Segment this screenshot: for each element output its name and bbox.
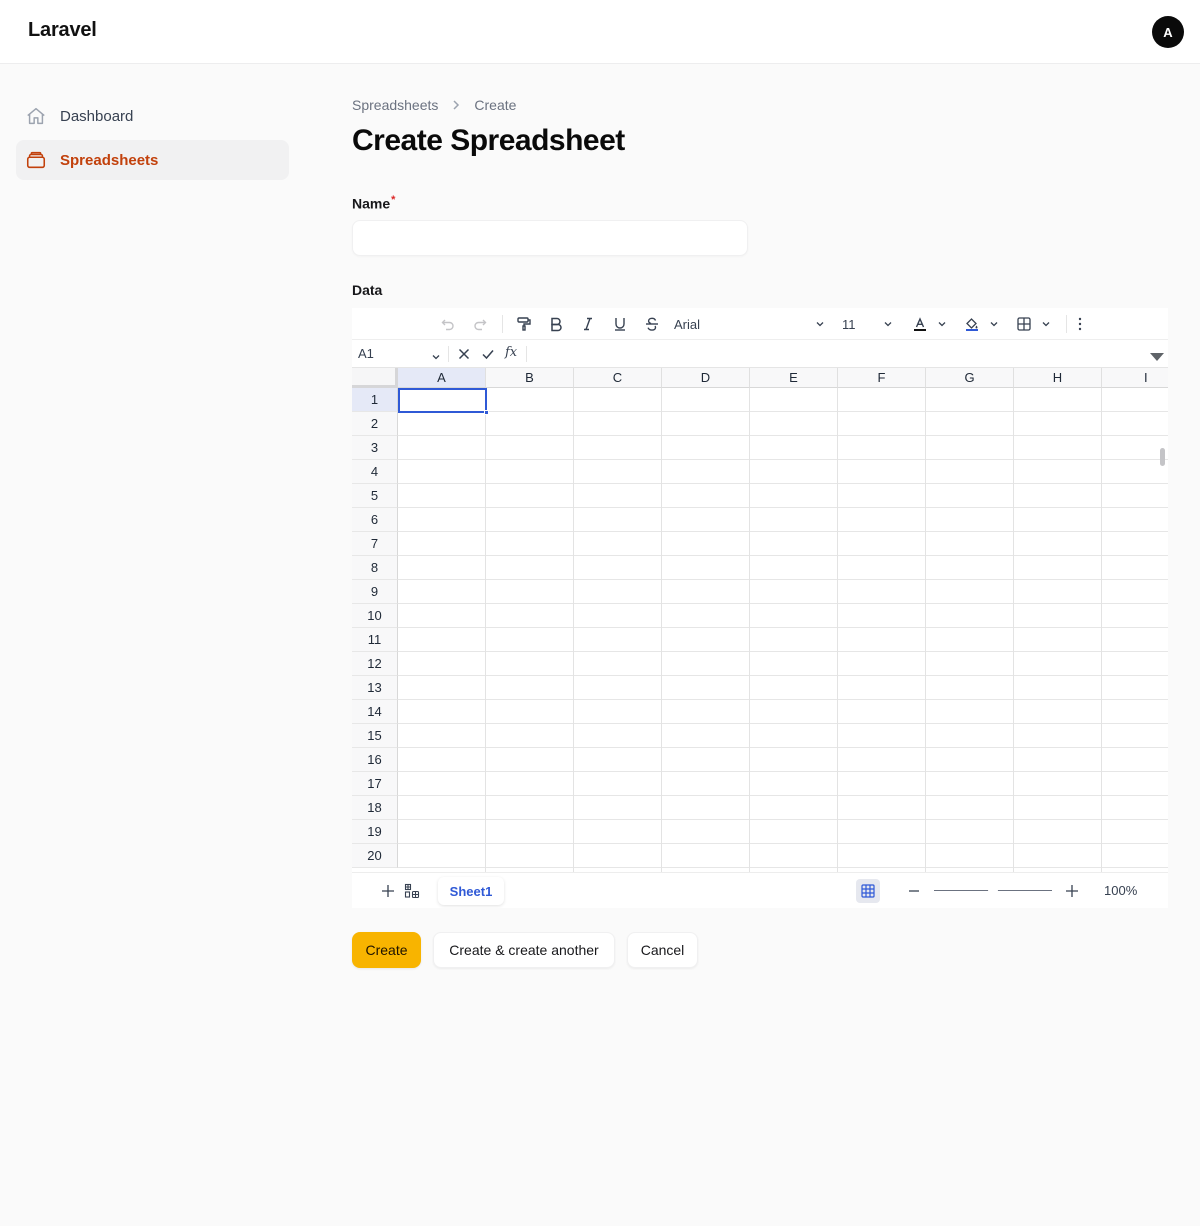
vertical-scrollbar[interactable]	[1160, 448, 1165, 466]
borders-icon[interactable]	[1014, 312, 1034, 336]
row-header[interactable]: 2	[352, 412, 398, 436]
breadcrumb-current: Create	[474, 97, 517, 113]
chevron-right-icon	[450, 99, 462, 111]
sidebar-item-label: Dashboard	[60, 107, 134, 125]
page-title: Create Spreadsheet	[352, 124, 625, 157]
row-header[interactable]: 12	[352, 652, 398, 676]
column-header[interactable]: A	[398, 368, 486, 388]
function-icon[interactable]: fx	[505, 345, 517, 360]
fill-color-icon[interactable]	[962, 312, 982, 336]
redo-icon[interactable]	[468, 312, 492, 336]
font-family-select[interactable]: Arial	[674, 312, 824, 336]
toolbar-divider	[502, 315, 503, 333]
add-sheet-icon[interactable]	[380, 883, 396, 904]
zoom-slider-thumb[interactable]	[988, 885, 998, 895]
chevron-down-icon[interactable]	[1038, 312, 1054, 336]
row-header[interactable]: 14	[352, 700, 398, 724]
row-header[interactable]: 9	[352, 580, 398, 604]
active-cell-a1[interactable]	[398, 388, 489, 415]
top-bar: Laravel A	[0, 0, 1200, 64]
sheet-list-icon[interactable]	[404, 883, 420, 904]
column-header[interactable]: C	[574, 368, 662, 388]
formula-divider	[526, 346, 527, 362]
row-header[interactable]: 8	[352, 556, 398, 580]
font-family-value: Arial	[674, 316, 701, 332]
row-header[interactable]: 10	[352, 604, 398, 628]
chevron-down-icon[interactable]	[934, 312, 950, 336]
row-header[interactable]: 18	[352, 796, 398, 820]
row-header[interactable]: 19	[352, 820, 398, 844]
cell-reference[interactable]: A1	[358, 346, 374, 361]
select-all-corner[interactable]	[352, 368, 398, 388]
chevron-down-icon[interactable]	[431, 349, 441, 367]
home-icon	[24, 104, 48, 128]
paint-format-icon[interactable]	[512, 312, 536, 336]
row-header[interactable]: 17	[352, 772, 398, 796]
italic-icon[interactable]	[576, 312, 600, 336]
sidebar-item-label: Spreadsheets	[60, 151, 159, 169]
create-another-button[interactable]: Create & create another	[433, 932, 615, 968]
breadcrumb: Spreadsheets Create	[352, 97, 516, 113]
chevron-down-icon[interactable]	[880, 312, 896, 336]
column-header[interactable]: G	[926, 368, 1014, 388]
name-label: Name*	[352, 194, 395, 212]
formula-input[interactable]	[532, 343, 1142, 365]
bold-icon[interactable]	[544, 312, 568, 336]
more-vertical-icon[interactable]	[1070, 312, 1090, 336]
formula-divider	[448, 346, 449, 362]
column-header[interactable]: D	[662, 368, 750, 388]
column-header[interactable]: B	[486, 368, 574, 388]
zoom-level[interactable]: 100%	[1104, 883, 1137, 898]
name-label-text: Name	[352, 195, 391, 212]
text-color-icon[interactable]	[910, 312, 930, 336]
row-header[interactable]: 11	[352, 628, 398, 652]
column-header[interactable]: I	[1102, 368, 1168, 388]
column-header[interactable]: E	[750, 368, 838, 388]
row-header[interactable]: 7	[352, 532, 398, 556]
sheet-tab[interactable]: Sheet1	[438, 877, 504, 905]
row-header[interactable]: 16	[352, 748, 398, 772]
expand-formula-icon[interactable]	[1150, 349, 1164, 367]
zoom-out-icon[interactable]	[906, 883, 922, 904]
row-header[interactable]: 3	[352, 436, 398, 460]
breadcrumb-link-spreadsheets[interactable]: Spreadsheets	[352, 97, 438, 113]
stack-icon	[24, 148, 48, 172]
cell-area[interactable]	[398, 388, 1168, 872]
fill-handle[interactable]	[484, 410, 489, 415]
row-header[interactable]: 4	[352, 460, 398, 484]
confirm-icon[interactable]	[481, 347, 495, 366]
create-button[interactable]: Create	[352, 932, 421, 968]
font-size-value: 11	[842, 316, 856, 332]
row-header[interactable]: 6	[352, 508, 398, 532]
spreadsheet-grid: A B C D E F G H I 1 2 3 4 5 6 7 8 9 10 1…	[352, 368, 1168, 872]
chevron-down-icon[interactable]	[986, 312, 1002, 336]
sidebar-item-dashboard[interactable]: Dashboard	[16, 96, 289, 136]
sheet-footer: Sheet1 100%	[352, 872, 1168, 908]
row-header[interactable]: 1	[352, 388, 398, 412]
row-header[interactable]: 5	[352, 484, 398, 508]
name-input[interactable]	[352, 220, 748, 256]
row-header[interactable]: 13	[352, 676, 398, 700]
cancel-icon[interactable]	[457, 347, 471, 366]
required-marker: *	[391, 194, 396, 206]
column-header[interactable]: H	[1014, 368, 1102, 388]
column-header[interactable]: F	[838, 368, 926, 388]
strikethrough-icon[interactable]	[640, 312, 664, 336]
row-header[interactable]: 15	[352, 724, 398, 748]
formula-bar: A1 fx	[352, 340, 1168, 368]
zoom-in-icon[interactable]	[1064, 883, 1080, 904]
cancel-button[interactable]: Cancel	[627, 932, 698, 968]
sidebar-item-spreadsheets[interactable]: Spreadsheets	[16, 140, 289, 180]
spreadsheet-toolbar: Arial 11	[352, 308, 1168, 340]
row-header[interactable]: 20	[352, 844, 398, 868]
spreadsheet-editor: Arial 11 A1 fx A B C D E F G H I 1 2 3 4…	[352, 308, 1168, 908]
brand-logo[interactable]: Laravel	[28, 19, 97, 42]
toolbar-divider	[1066, 315, 1067, 333]
chevron-down-icon[interactable]	[812, 312, 828, 336]
data-label: Data	[352, 282, 383, 298]
user-avatar[interactable]: A	[1152, 16, 1184, 48]
underline-icon[interactable]	[608, 312, 632, 336]
undo-icon[interactable]	[436, 312, 460, 336]
gridlines-toggle-icon[interactable]	[856, 879, 880, 903]
